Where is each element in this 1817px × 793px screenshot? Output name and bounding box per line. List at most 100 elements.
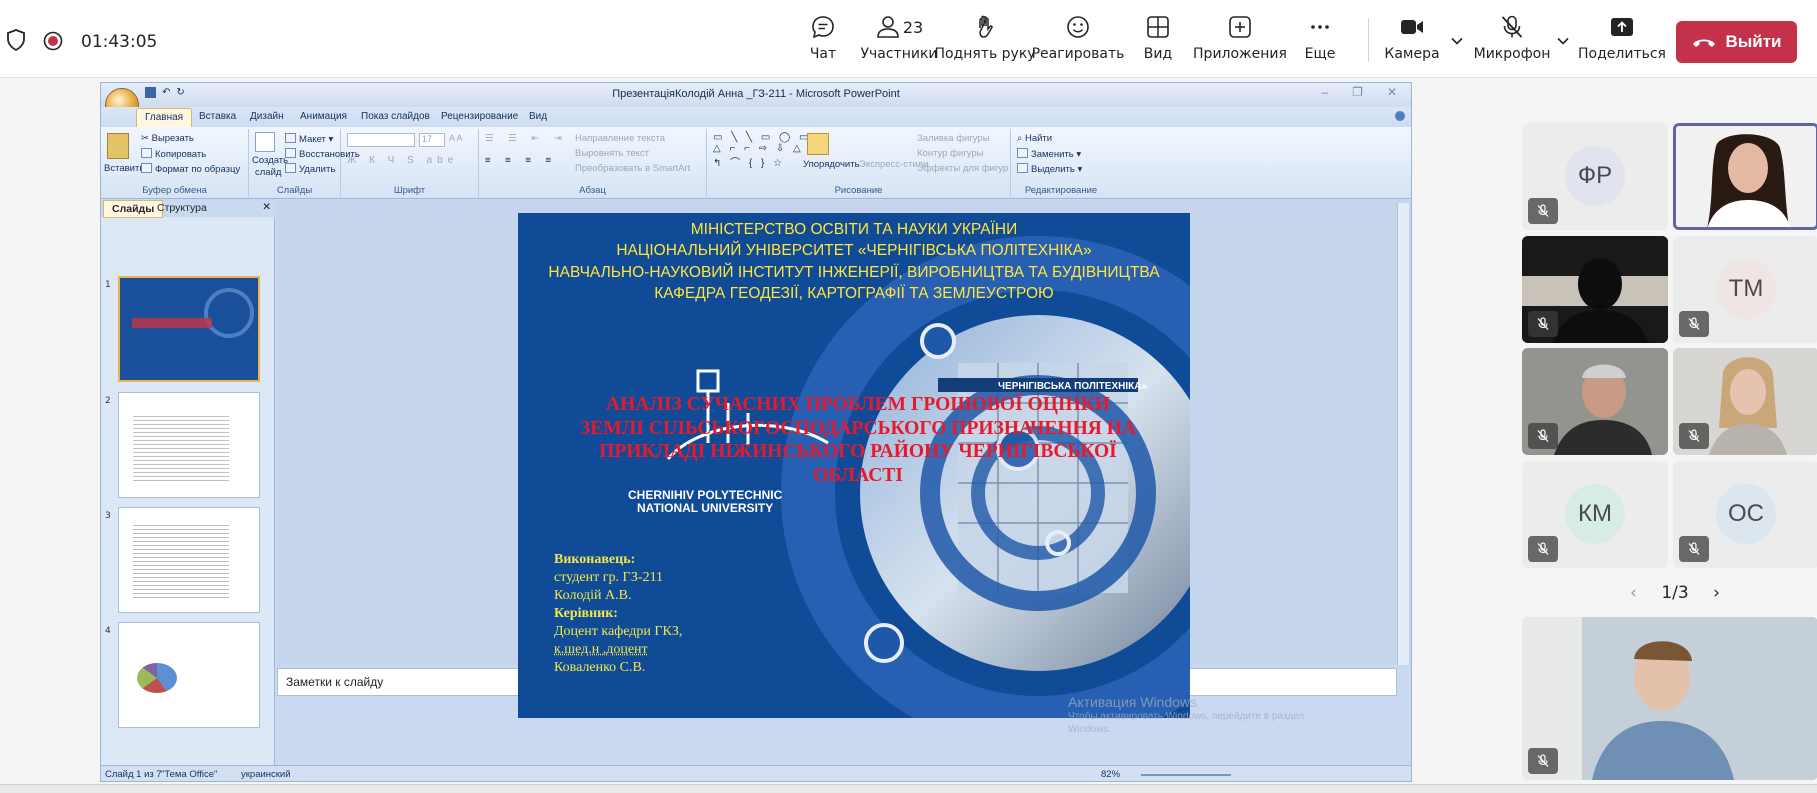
slide-title-line: ПРИКЛАДІ НІЖИНСЬКОГО РАЙОНУ ЧЕРНІГІВСЬКО… [599,441,1117,462]
replace-icon [1017,148,1028,158]
self-video-tile[interactable] [1522,617,1817,780]
help-icon[interactable] [1395,111,1405,121]
ribbon: Вставить ✂ Вырезать Копировать Формат по… [101,127,1411,199]
redo-icon[interactable]: ↻ [176,87,184,98]
vertical-scrollbar[interactable] [1397,203,1409,665]
ribbon-tabs: Главная Вставка Дизайн Анимация Показ сл… [101,107,1411,127]
zoom-slider[interactable] [1141,774,1231,776]
tab-animation[interactable]: Анимация [300,111,347,122]
participant-tile[interactable]: ОС [1673,461,1817,568]
people-icon [877,16,899,38]
avatar: ТМ [1716,259,1776,319]
share-button[interactable]: Поделиться [1572,14,1672,70]
shape-effects-button[interactable]: Эффекты для фигур [917,163,1008,174]
grow-font-icon[interactable]: A A [449,133,463,143]
tab-home[interactable]: Главная [136,108,193,127]
chevron-left-icon[interactable]: ‹ [1630,583,1637,603]
select-button[interactable]: Выделить ▾ [1017,163,1082,175]
participant-tile[interactable]: КМ [1522,461,1668,568]
new-slide-label-2[interactable]: слайд [255,167,281,178]
close-pane-icon[interactable]: ✕ [262,201,271,213]
tab-slides[interactable]: Слайды [103,200,164,218]
format-painter-button[interactable]: Формат по образцу [141,163,240,175]
mic-muted-icon [1528,311,1558,337]
undo-icon[interactable]: ↶ [162,87,170,98]
list-buttons[interactable]: ☰ ☰ ⇤ ⇥ [485,133,568,144]
slide-thumbnail-2[interactable] [118,392,260,498]
meeting-toolbar: 01:43:05 Чат 23 Участники Поднять руку Р… [0,0,1817,78]
shape-outline-button[interactable]: Контур фигуры [917,148,983,159]
save-icon[interactable] [145,87,156,98]
smartart-button[interactable]: Преобразовать в SmartArt [575,163,690,174]
leave-label: Выйти [1725,32,1782,51]
raise-hand-label: Поднять руку [934,46,1036,62]
delete-slide-button[interactable]: Удалить [285,163,335,175]
zoom-level[interactable]: 82% [1101,769,1120,780]
font-format-buttons[interactable]: Ж К Ч S abe [347,155,458,166]
thumb-number: 4 [105,626,111,636]
tab-design[interactable]: Дизайн [250,111,284,122]
format-painter-label: Формат по образцу [155,164,241,175]
more-button[interactable]: Еще [1272,14,1368,70]
chevron-right-icon[interactable]: › [1713,583,1720,603]
participant-tile-active[interactable] [1673,123,1817,230]
font-size-select[interactable]: 17 [419,133,445,147]
pane-tabs: Слайды Структура ✕ [101,200,275,218]
current-slide[interactable]: ЧЕРНІГІВСЬКА ПОЛІТЕХНІКА» МІНІСТЕРСТВО О… [518,213,1190,718]
maximize-icon[interactable]: ❐ [1352,85,1363,99]
close-icon[interactable]: ✕ [1387,85,1397,99]
copy-button[interactable]: Копировать [141,148,206,160]
shape-fill-button[interactable]: Заливка фигуры [917,133,990,144]
slide-thumbnail-1[interactable] [118,276,260,382]
participant-tile[interactable]: ФР [1522,123,1668,230]
text-direction-button[interactable]: Направление текста [575,133,665,144]
minimize-icon[interactable]: – [1321,85,1328,99]
chevron-down-icon[interactable] [1556,34,1570,48]
shapes-gallery[interactable]: ▭ ╲ ╲ ▭ ◯ ▭ △ ⌐ ⌐ ⇨ ⇩ △ ↰ ⌒ { } ☆ [713,132,811,169]
layout-button[interactable]: Макет ▾ [285,133,333,145]
mic-muted-icon [1679,423,1709,449]
align-buttons[interactable]: ≡ ≡ ≡ ≡ [485,155,557,166]
new-slide-label[interactable]: Создать [252,155,288,166]
mic-muted-icon [1679,536,1709,562]
find-button[interactable]: ⌕ Найти [1017,133,1052,144]
leave-button[interactable]: Выйти [1676,21,1797,63]
microphone-button[interactable]: Микрофон [1464,14,1560,70]
ribbon-group-slides: Создать слайд Макет ▾ Восстановить Удали… [249,129,360,197]
align-text-button[interactable]: Выровнять текст [575,148,649,159]
new-slide-icon[interactable] [255,132,275,152]
paste-icon[interactable] [107,133,129,159]
tab-slideshow[interactable]: Показ слайдов [361,111,430,122]
tab-outline[interactable]: Структура [157,202,207,214]
paste-button[interactable]: Вставить [104,163,144,174]
mic-muted-icon [1528,423,1558,449]
chat-label: Чат [809,46,837,62]
slide-thumbnail-4[interactable] [118,622,260,728]
logo-line: NATIONAL UNIVERSITY [637,501,774,515]
shield-icon [6,29,26,51]
participant-tile[interactable] [1522,236,1668,343]
font-name-select[interactable] [347,133,415,147]
cut-button[interactable]: ✂ Вырезать [141,133,194,144]
more-label: Еще [1304,46,1336,62]
participant-tile[interactable] [1673,348,1817,455]
chevron-down-icon[interactable] [1450,34,1464,48]
watermark-subtitle-2: Windows. [1068,724,1112,735]
select-icon [1017,163,1028,173]
university-logo: CHERNIHIV POLYTECHNIC NATIONAL UNIVERSIT… [628,489,782,515]
editing-group-label: Редактирование [1024,185,1098,196]
arrange-button[interactable]: Упорядочить [803,159,860,170]
tab-view[interactable]: Вид [529,111,547,122]
status-bar: Слайд 1 из 7 "Тема Office" украинский 82… [101,765,1411,781]
replace-button[interactable]: Заменить ▾ [1017,148,1081,160]
phone-hangup-icon [1693,39,1716,47]
arrange-icon[interactable] [807,133,829,155]
tab-review[interactable]: Рецензирование [441,111,518,122]
tab-insert[interactable]: Вставка [199,111,236,122]
avatar: ФР [1565,146,1625,206]
slide-thumbnail-3[interactable] [118,507,260,613]
raise-hand-button[interactable]: Поднять руку [934,14,1036,70]
participant-tile[interactable] [1522,348,1668,455]
participant-tile[interactable]: ТМ [1673,236,1817,343]
camera-button[interactable]: Камера [1364,14,1460,70]
